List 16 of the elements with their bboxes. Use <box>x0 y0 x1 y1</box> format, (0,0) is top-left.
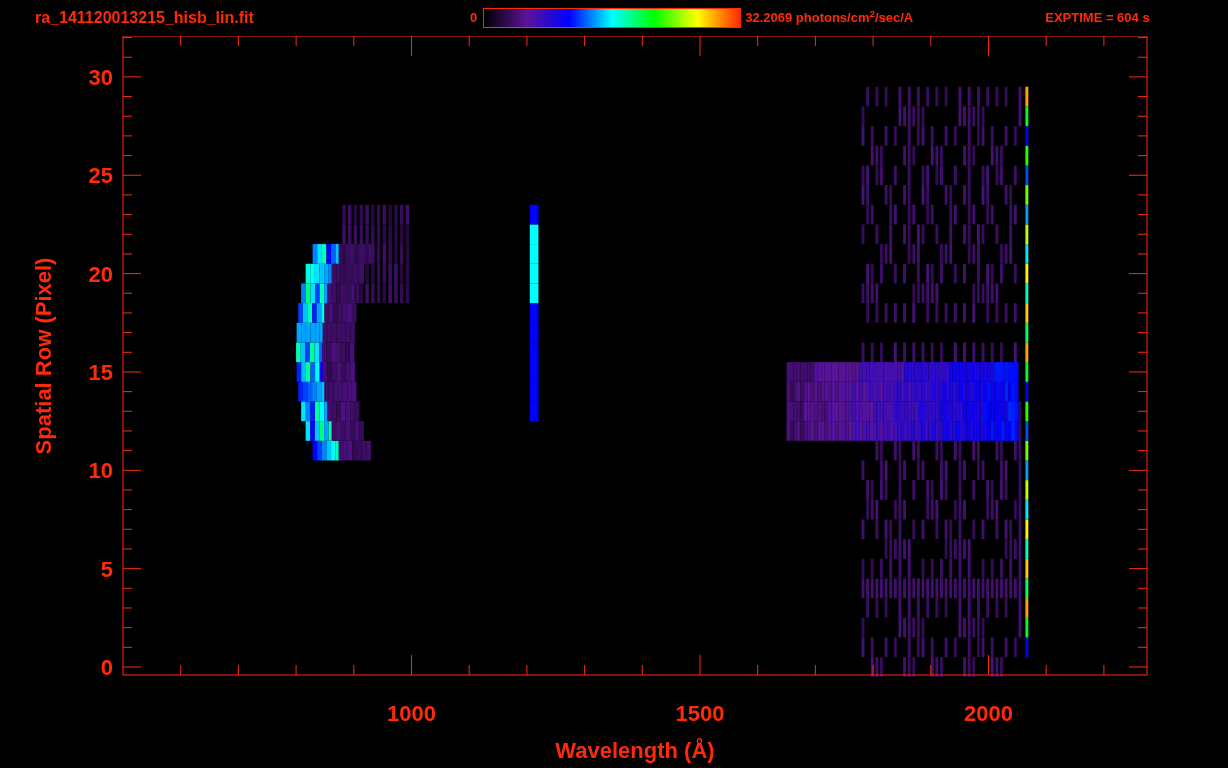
y-tick-label: 0 <box>100 655 113 680</box>
y-tick-label: 30 <box>88 64 113 90</box>
x-tick-label: 1500 <box>675 701 725 726</box>
exposure-time: EXPTIME = 604 s <box>1045 9 1150 28</box>
x-axis-title: Wavelength (Å) <box>555 738 715 763</box>
y-tick-label: 25 <box>88 163 113 189</box>
x-tick-label: 2000 <box>964 701 1013 726</box>
y-tick-label: 15 <box>88 359 113 385</box>
y-tick-label: 20 <box>88 261 113 287</box>
y-tick-label: 5 <box>100 556 113 582</box>
y-axis-title: Spatial Row (Pixel) <box>31 257 56 455</box>
x-tick-label: 1000 <box>387 701 436 726</box>
file-name: ra_141120013215_hisb_lin.fit <box>35 8 255 28</box>
colorbar-min-label: 0 <box>470 9 478 28</box>
colorbar-max-label: 32.2069 photons/cm$^{2}$/sec/A <box>745 8 915 28</box>
y-tick-label: 10 <box>88 458 113 484</box>
